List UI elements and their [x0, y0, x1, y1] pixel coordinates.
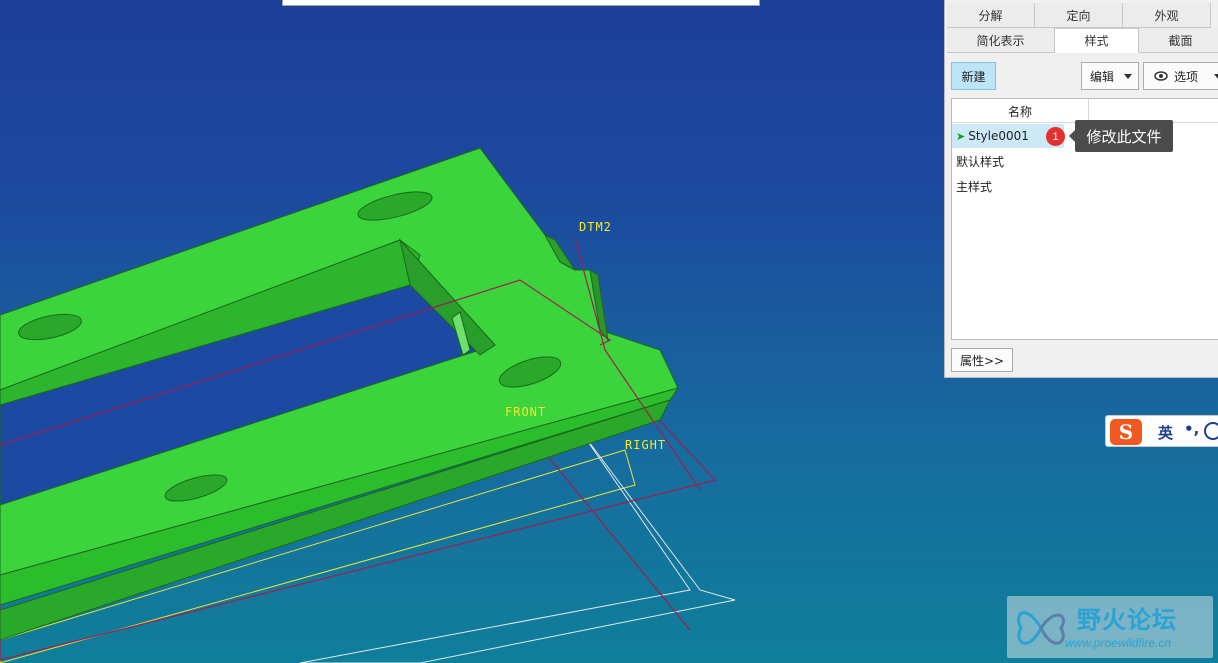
annotation-tooltip: 修改此文件 — [1069, 120, 1173, 152]
tab-simplified-rep[interactable]: 简化表示 — [947, 28, 1055, 53]
list-item-label: 主样式 — [956, 179, 993, 194]
tab-appearance[interactable]: 外观 — [1123, 3, 1211, 28]
part-body[interactable] — [0, 147, 680, 641]
column-header-name[interactable]: 名称 — [952, 99, 1089, 123]
datum-label-front[interactable]: FRONT — [505, 405, 546, 419]
list-item-label: Style0001 — [968, 129, 1029, 143]
tab-section[interactable]: 截面 — [1139, 28, 1218, 53]
forum-watermark: 野火论坛 www.proewildfire.cn — [1007, 596, 1213, 658]
datum-label-dtm2[interactable]: DTM2 — [579, 220, 612, 234]
list-item-default-style[interactable]: 默认样式 — [952, 149, 1218, 173]
tab-row-2: 简化表示 样式 截面 — [947, 28, 1218, 53]
panel-toolbar: 新建 编辑 选项 — [945, 56, 1218, 96]
top-toolbar-strip — [282, 0, 760, 6]
edit-dropdown-button[interactable]: 编辑 — [1081, 62, 1139, 90]
step-badge: 1 — [1046, 127, 1065, 146]
ime-language-toggle[interactable]: 英 — [1158, 422, 1173, 443]
watermark-url: www.proewildfire.cn — [1065, 636, 1172, 650]
tab-style[interactable]: 样式 — [1055, 28, 1139, 53]
ime-punctuation-toggle[interactable]: •, — [1184, 420, 1199, 438]
ime-toolbar[interactable]: S 英 •, — [1105, 415, 1218, 447]
list-item-master-style[interactable]: 主样式 — [952, 174, 1218, 198]
tab-row-1: 分解 定向 外观 — [947, 3, 1211, 28]
list-item-label: 默认样式 — [956, 154, 1005, 169]
sogou-logo-icon[interactable]: S — [1110, 419, 1142, 445]
arrow-right-icon: ➤ — [956, 129, 966, 143]
properties-button[interactable]: 属性>> — [951, 348, 1013, 372]
options-label: 选项 — [1174, 69, 1199, 84]
butterfly-logo-icon — [1017, 611, 1065, 645]
edit-label: 编辑 — [1090, 69, 1115, 84]
view-manager-panel: 分解 定向 外观 简化表示 样式 截面 新建 编辑 选项 名称 ➤ Style0… — [944, 0, 1218, 378]
chevron-down-icon — [1124, 74, 1132, 79]
tab-orient[interactable]: 定向 — [1035, 3, 1123, 28]
smiley-icon[interactable] — [1204, 422, 1218, 440]
chevron-down-icon — [1214, 74, 1218, 79]
watermark-name: 野火论坛 — [1077, 605, 1177, 634]
eye-icon — [1154, 71, 1168, 81]
new-button[interactable]: 新建 — [951, 62, 996, 90]
tab-explode[interactable]: 分解 — [947, 3, 1035, 28]
datum-label-right[interactable]: RIGHT — [625, 438, 666, 452]
options-dropdown-button[interactable]: 选项 — [1143, 62, 1218, 90]
